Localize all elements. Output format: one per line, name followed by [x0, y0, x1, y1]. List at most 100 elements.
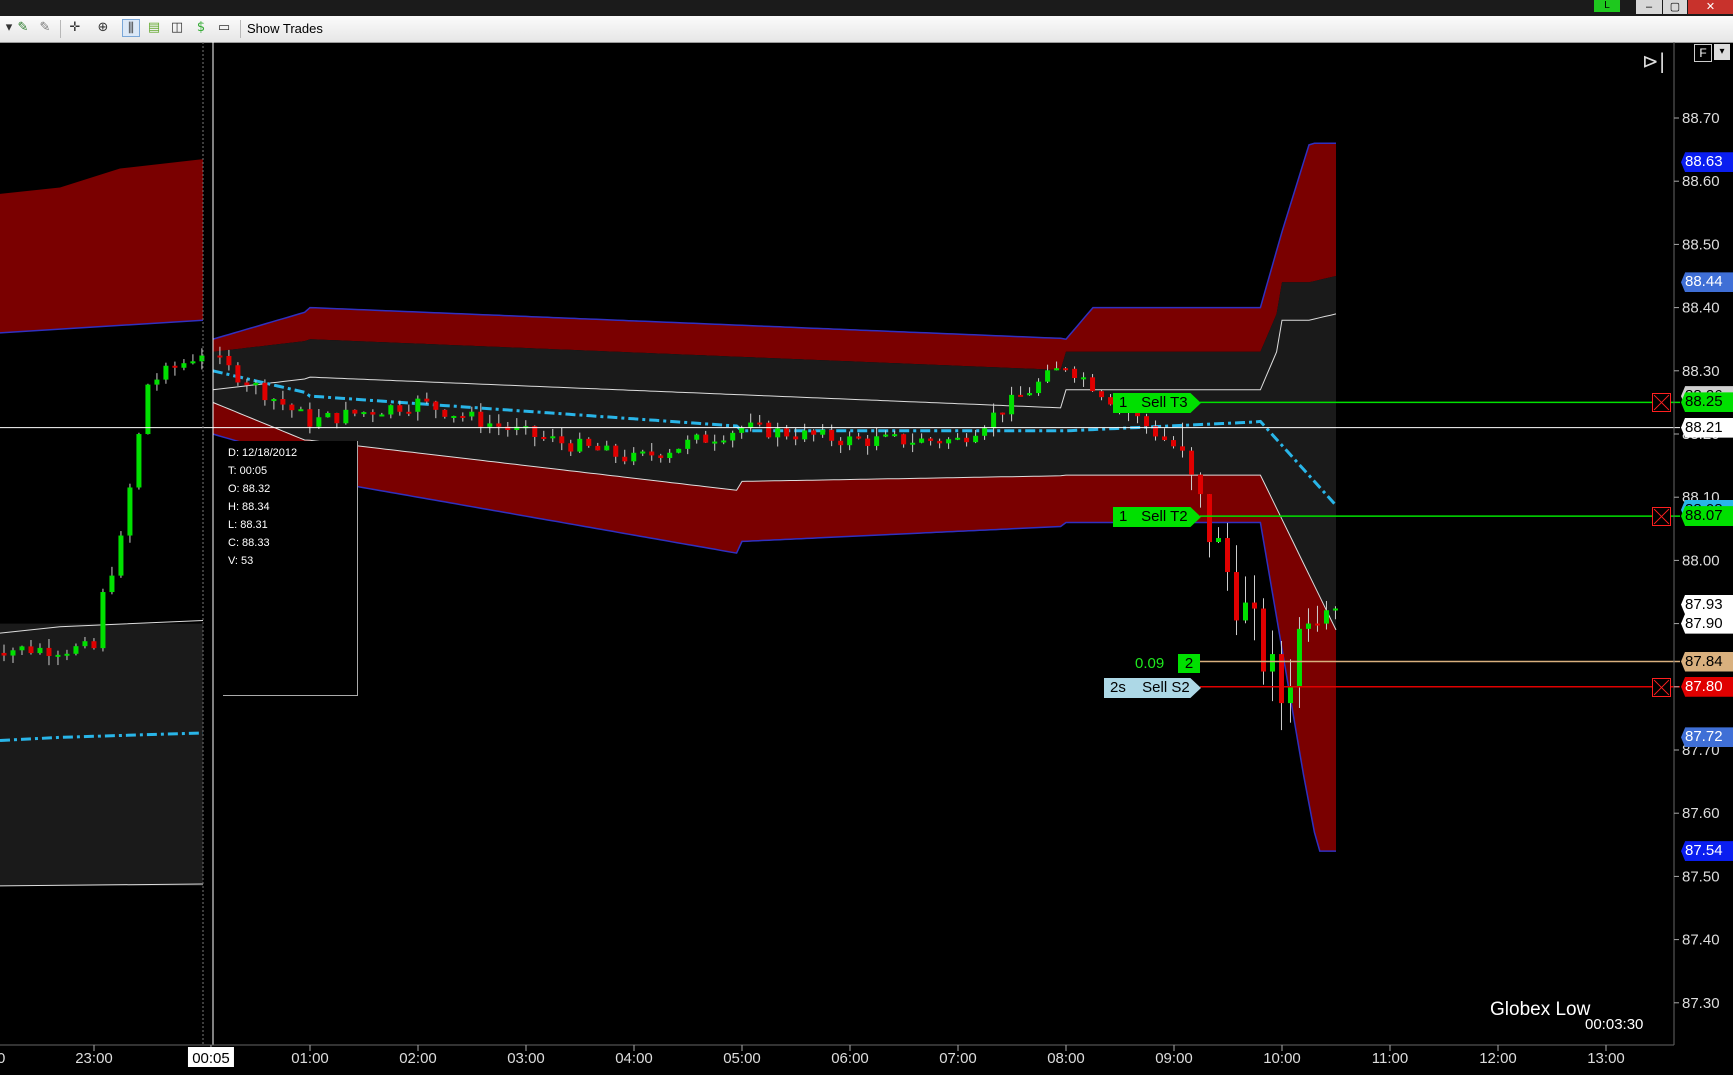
data-box-high: H: 88.34	[228, 501, 270, 513]
cancel-order-s2-button[interactable]	[1652, 678, 1671, 697]
candle-body	[136, 434, 142, 488]
candle-body	[307, 409, 313, 427]
price-marker-label: 88.07	[1681, 506, 1733, 527]
candle-body	[262, 382, 268, 401]
candle-body	[37, 647, 43, 654]
properties-icon[interactable]: ▭	[215, 19, 233, 37]
maximize-button[interactable]: ▢	[1663, 0, 1687, 14]
candle-body	[316, 417, 322, 427]
candle-body	[154, 379, 160, 385]
order-qty: 2s	[1110, 679, 1126, 696]
candle-body	[874, 436, 880, 446]
zoom-icon[interactable]: ⊕	[94, 19, 112, 37]
price-marker-label: 88.21	[1681, 417, 1733, 438]
candle-body	[226, 355, 232, 366]
candle	[1207, 494, 1213, 558]
order-tag-sell-t3[interactable]: 1 Sell T3	[1113, 393, 1201, 413]
candle-body	[1171, 440, 1177, 447]
candle-body	[397, 405, 403, 412]
close-button[interactable]: ✕	[1688, 0, 1733, 14]
strategy-icon[interactable]: $	[192, 19, 210, 37]
candle-body	[1216, 538, 1222, 543]
candle	[1216, 527, 1222, 544]
data-box-close: C: 88.33	[228, 537, 270, 549]
fixed-scale-button[interactable]: F	[1694, 44, 1712, 62]
candle-body	[685, 439, 691, 449]
scroll-to-end-icon[interactable]: ⊳|	[1642, 50, 1666, 72]
candle-body	[28, 646, 34, 654]
candle-body	[334, 413, 340, 424]
value-area-prev	[0, 623, 203, 886]
candle-body	[640, 451, 646, 454]
candle-body	[820, 429, 826, 435]
cancel-order-t2-button[interactable]	[1652, 507, 1671, 526]
crosshair-icon[interactable]: ✛	[66, 19, 84, 37]
candle-body	[442, 409, 448, 417]
candle	[235, 362, 241, 386]
candle-body	[721, 440, 727, 443]
candle-body	[712, 441, 718, 444]
candle-body	[1072, 368, 1078, 378]
minimize-button[interactable]: –	[1636, 0, 1662, 14]
x-tick-label: 01:00	[291, 1050, 329, 1067]
chart-style-icon[interactable]: ◫	[168, 19, 186, 37]
x-tick-label: 05:00	[723, 1050, 761, 1067]
candle-body	[451, 415, 457, 418]
title-bar: L – ▢ ✕	[0, 0, 1733, 16]
x-tick-label: 02:00	[399, 1050, 437, 1067]
candle-body	[271, 399, 277, 402]
data-box-open: O: 88.32	[228, 483, 271, 495]
order-tag-sell-t2[interactable]: 1 Sell T2	[1113, 507, 1201, 527]
candle-body	[181, 363, 187, 368]
candle-body	[757, 422, 763, 425]
chart-toolbar: ▾ ✎ ✎ ✛ ⊕ ⫼ ▤ ◫ $ ▭ Show Trades	[0, 16, 1733, 43]
candle-body	[901, 434, 907, 445]
x-tick-label: 10:00	[1263, 1050, 1301, 1067]
candle-body	[748, 422, 754, 428]
candle-body	[217, 355, 223, 358]
candle-body	[46, 647, 52, 656]
candle-body	[937, 440, 943, 444]
candle-body	[325, 413, 331, 418]
position-qty-badge[interactable]: 2	[1178, 654, 1200, 673]
candle-body	[1251, 602, 1257, 609]
candle	[181, 359, 187, 371]
candle	[145, 383, 151, 435]
candle-body	[667, 452, 673, 459]
toolbar-divider	[60, 20, 61, 38]
bar-type-icon[interactable]: ⫼	[122, 19, 140, 37]
candle-body	[1000, 412, 1006, 415]
draw-tool-alt-icon[interactable]: ✎	[36, 19, 54, 37]
candle-body	[73, 646, 79, 654]
indicators-icon[interactable]: ▤	[145, 19, 163, 37]
candle-body	[1090, 377, 1096, 392]
price-marker-label: 87.72	[1681, 727, 1733, 748]
price-marker-label: 87.93	[1681, 594, 1733, 615]
candle-body	[604, 445, 610, 451]
candle-body	[280, 399, 286, 405]
candle-body	[253, 382, 259, 386]
candle-body	[19, 646, 25, 651]
candle-body	[1045, 370, 1051, 382]
candle-body	[1162, 436, 1168, 441]
x-tick-label: 06:00	[831, 1050, 869, 1067]
candle-body	[892, 434, 898, 437]
y-tick-label: 87.60	[1682, 805, 1720, 822]
candle-body	[1207, 494, 1213, 543]
candle	[127, 483, 133, 543]
candle-body	[730, 432, 736, 441]
scale-menu-button[interactable]: ▾	[1714, 44, 1730, 60]
candle	[163, 362, 169, 384]
candle-body	[190, 361, 196, 364]
candle-body	[424, 398, 430, 402]
candle-body	[1242, 602, 1248, 621]
cancel-order-t3-button[interactable]	[1652, 393, 1671, 412]
candle-body	[1198, 474, 1204, 495]
show-trades-button[interactable]: Show Trades	[247, 20, 323, 38]
candle-body	[1314, 623, 1320, 626]
candle-body	[1, 652, 7, 656]
candle-body	[64, 653, 70, 656]
candle-body	[811, 430, 817, 435]
draw-tool-icon[interactable]: ✎	[14, 19, 32, 37]
order-tag-sell-s2[interactable]: 2s Sell S2	[1104, 678, 1201, 698]
